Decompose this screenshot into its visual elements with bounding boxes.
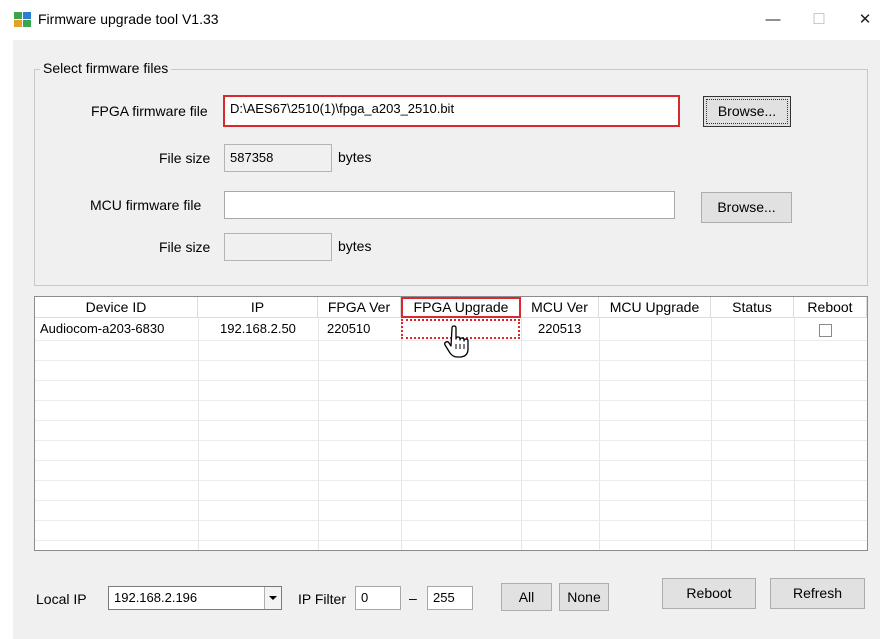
column-header-fpga-upgrade[interactable]: FPGA Upgrade xyxy=(401,297,521,318)
firmware-files-group-title: Select firmware files xyxy=(40,60,172,76)
mcu-file-size-field xyxy=(224,233,332,261)
ip-filter-to-field[interactable]: 255 xyxy=(427,586,473,610)
title-bar: Firmware upgrade tool V1.33 — ☐ ✕ xyxy=(0,0,880,40)
client-area: Select firmware files FPGA firmware file… xyxy=(13,40,880,639)
grid-divider xyxy=(794,318,795,550)
grid-divider xyxy=(401,318,402,550)
window-title: Firmware upgrade tool V1.33 xyxy=(38,11,219,27)
refresh-button[interactable]: Refresh xyxy=(770,578,865,609)
fpga-file-path-field[interactable]: D:\AES67\2510(1)\fpga_a203_2510.bit xyxy=(223,95,680,127)
cell-ip: 192.168.2.50 xyxy=(220,321,296,336)
ip-filter-from-field[interactable]: 0 xyxy=(355,586,401,610)
maximize-button[interactable]: ☐ xyxy=(804,8,834,32)
fpga-browse-button[interactable]: Browse... xyxy=(703,96,791,127)
grid-divider xyxy=(711,318,712,550)
grid-divider xyxy=(599,318,600,550)
grid-divider xyxy=(521,318,522,550)
fpga-file-size-label: File size xyxy=(159,150,211,166)
mcu-file-size-label: File size xyxy=(159,239,211,255)
column-header-mcu-upgrade[interactable]: MCU Upgrade xyxy=(599,297,711,318)
chevron-down-icon xyxy=(269,596,277,600)
cell-mcu-ver: 220513 xyxy=(538,321,582,336)
mcu-file-label: MCU firmware file xyxy=(90,197,202,213)
minimize-button[interactable]: — xyxy=(758,8,788,32)
device-list[interactable]: Device ID IP FPGA Ver FPGA Upgrade MCU V… xyxy=(34,296,868,551)
close-button[interactable]: ✕ xyxy=(850,8,880,32)
grid-divider xyxy=(35,440,867,441)
cell-fpga-ver: 220510 xyxy=(327,321,371,336)
ip-filter-label: IP Filter xyxy=(298,591,346,607)
column-header-status[interactable]: Status xyxy=(711,297,794,318)
column-header-mcu-ver[interactable]: MCU Ver xyxy=(521,297,599,318)
reboot-button[interactable]: Reboot xyxy=(662,578,756,609)
local-ip-value: 192.168.2.196 xyxy=(114,590,198,605)
column-header-fpga-ver[interactable]: FPGA Ver xyxy=(318,297,401,318)
grid-divider xyxy=(35,380,867,381)
mcu-file-path-field[interactable] xyxy=(224,191,675,219)
grid-divider xyxy=(35,420,867,421)
ip-filter-dash: – xyxy=(409,590,417,606)
column-header-device-id[interactable]: Device ID xyxy=(35,297,198,318)
grid-divider xyxy=(35,460,867,461)
grid-divider xyxy=(35,360,867,361)
grid-divider xyxy=(35,480,867,481)
mcu-file-size-unit: bytes xyxy=(338,238,372,254)
fpga-file-size-unit: bytes xyxy=(338,149,372,165)
grid-divider xyxy=(318,318,319,550)
local-ip-label: Local IP xyxy=(36,591,87,607)
fpga-file-label: FPGA firmware file xyxy=(91,103,208,119)
grid-divider xyxy=(35,400,867,401)
select-all-button[interactable]: All xyxy=(501,583,552,611)
app-tiles-icon xyxy=(14,12,31,27)
grid-divider xyxy=(35,540,867,541)
local-ip-dropdown[interactable]: 192.168.2.196 xyxy=(108,586,282,610)
mcu-browse-button[interactable]: Browse... xyxy=(701,192,792,223)
select-none-button[interactable]: None xyxy=(559,583,609,611)
column-header-reboot[interactable]: Reboot xyxy=(794,297,867,318)
reboot-checkbox[interactable] xyxy=(819,324,832,337)
cell-device-id[interactable]: Audiocom-a203-6830 xyxy=(40,320,164,338)
grid-divider xyxy=(35,500,867,501)
grid-divider xyxy=(35,520,867,521)
fpga-file-size-field: 587358 xyxy=(224,144,332,172)
dropdown-arrow[interactable] xyxy=(264,587,281,609)
column-header-ip[interactable]: IP xyxy=(198,297,318,318)
grid-divider xyxy=(198,318,199,550)
hand-pointer-icon xyxy=(444,325,469,358)
